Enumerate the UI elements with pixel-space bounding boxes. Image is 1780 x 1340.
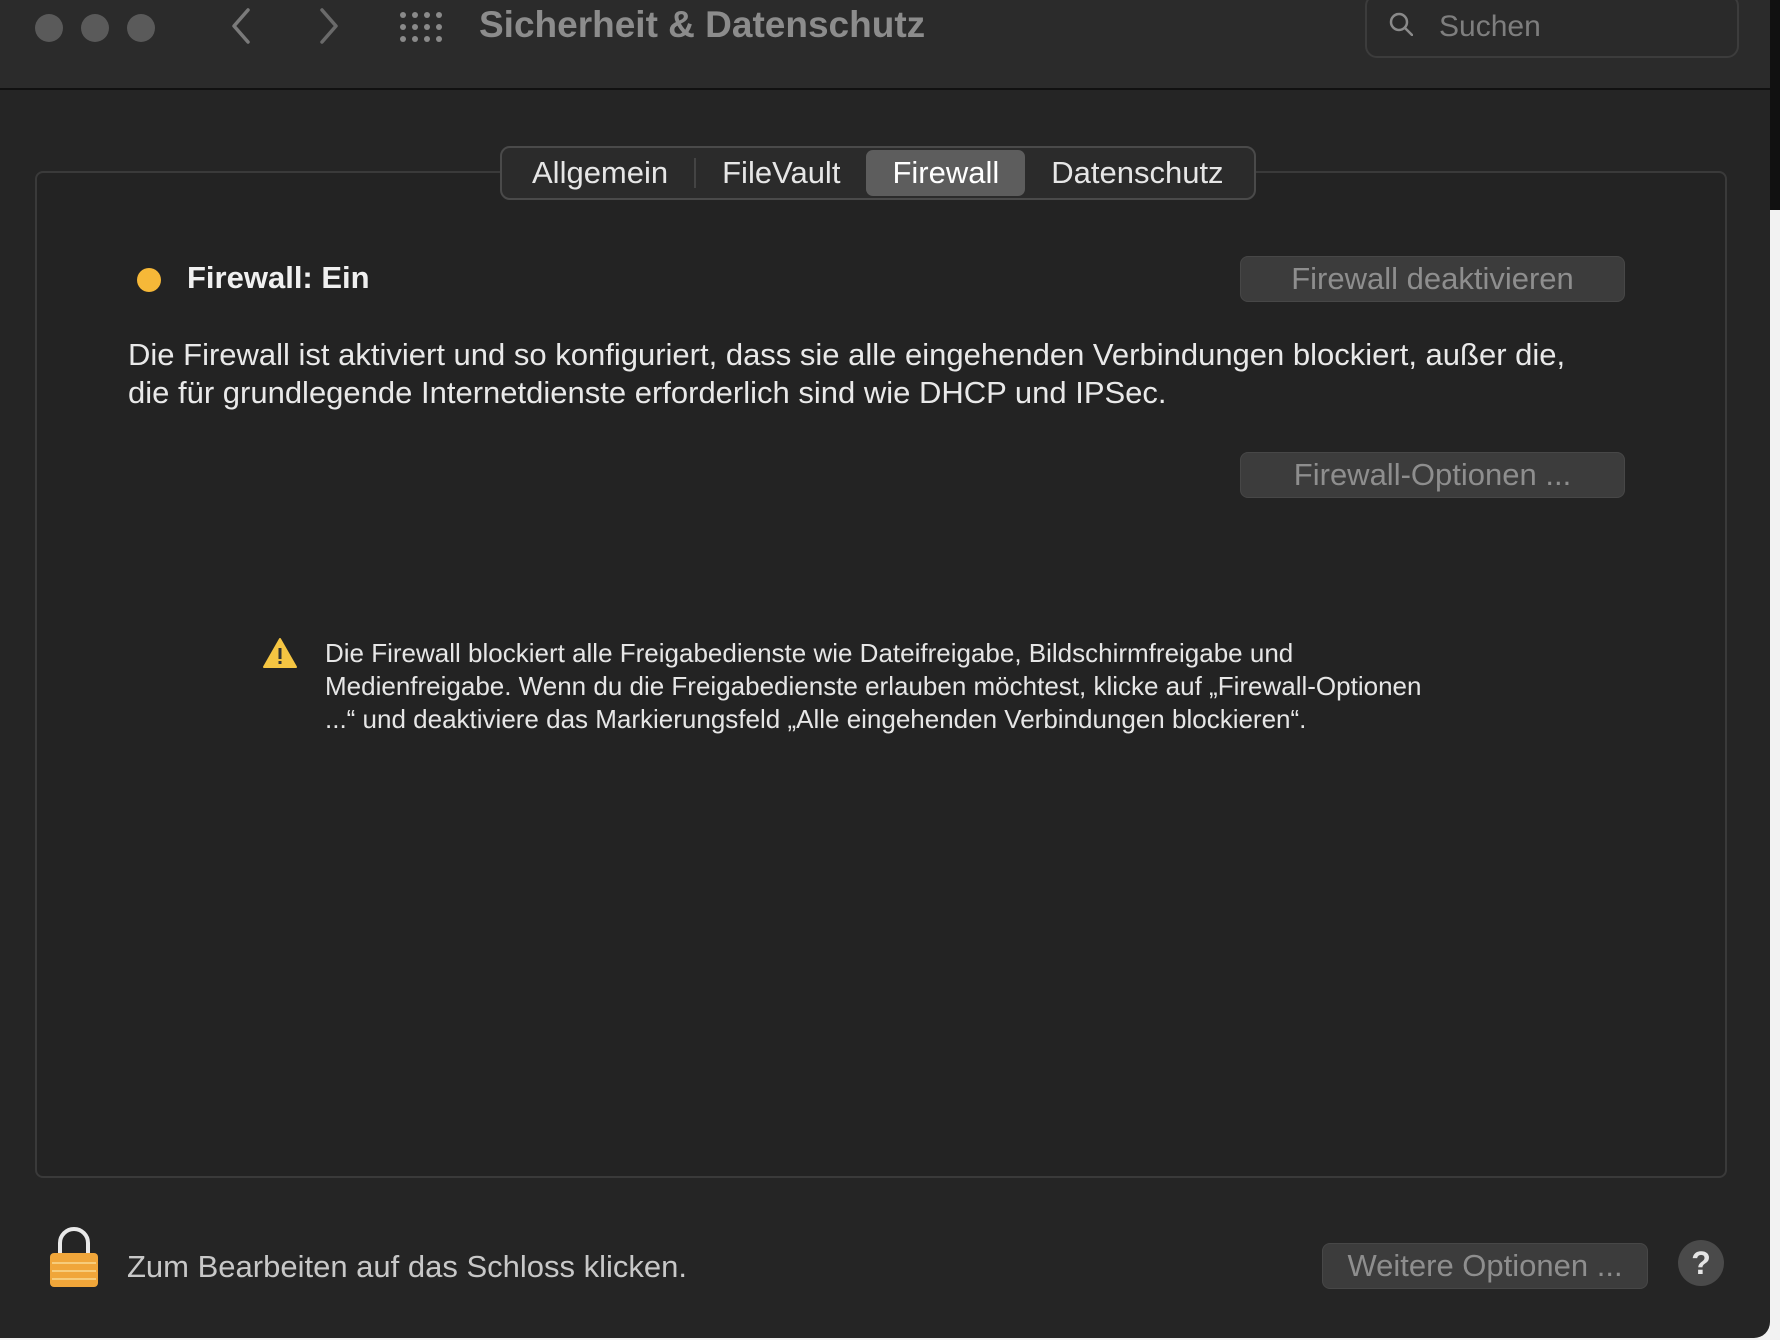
background-window-edge bbox=[1770, 0, 1780, 210]
minimize-window-button[interactable] bbox=[81, 14, 109, 42]
firewall-options-button[interactable]: Firewall-Optionen ... bbox=[1240, 452, 1625, 498]
tab-filevault[interactable]: FileVault bbox=[696, 150, 866, 196]
help-button[interactable]: ? bbox=[1678, 1240, 1724, 1286]
firewall-deactivate-button[interactable]: Firewall deaktivieren bbox=[1240, 256, 1625, 302]
grid-icon[interactable] bbox=[400, 12, 444, 46]
firewall-status-label: Firewall: Ein bbox=[187, 260, 370, 295]
sharing-warning-text: Die Firewall blockiert alle Freigabedien… bbox=[325, 638, 1422, 734]
search-icon bbox=[1389, 12, 1413, 36]
tab-bar: Allgemein FileVault Firewall Datenschutz bbox=[500, 146, 1256, 200]
chevron-left-icon[interactable] bbox=[226, 4, 256, 56]
close-window-button[interactable] bbox=[35, 14, 63, 42]
lock-icon[interactable] bbox=[48, 1225, 100, 1289]
zoom-window-button[interactable] bbox=[127, 14, 155, 42]
tab-datenschutz[interactable]: Datenschutz bbox=[1025, 150, 1249, 196]
search-input[interactable] bbox=[1437, 8, 1721, 46]
warning-icon bbox=[263, 638, 297, 668]
firewall-status-indicator bbox=[137, 268, 161, 292]
window-title: Sicherheit & Datenschutz bbox=[479, 4, 926, 45]
advanced-options-button[interactable]: Weitere Optionen ... bbox=[1322, 1243, 1648, 1289]
lock-hint-text: Zum Bearbeiten auf das Schloss klicken. bbox=[127, 1249, 687, 1284]
firewall-description: Die Firewall ist aktiviert und so konfig… bbox=[128, 337, 1566, 410]
tab-firewall[interactable]: Firewall bbox=[866, 150, 1026, 196]
preferences-window: Sicherheit & Datenschutz Allgemein FileV… bbox=[0, 0, 1770, 1338]
titlebar: Sicherheit & Datenschutz bbox=[0, 0, 1770, 90]
search-field[interactable] bbox=[1365, 0, 1739, 58]
chevron-right-icon[interactable] bbox=[314, 4, 344, 56]
tab-allgemein[interactable]: Allgemein bbox=[506, 150, 694, 196]
